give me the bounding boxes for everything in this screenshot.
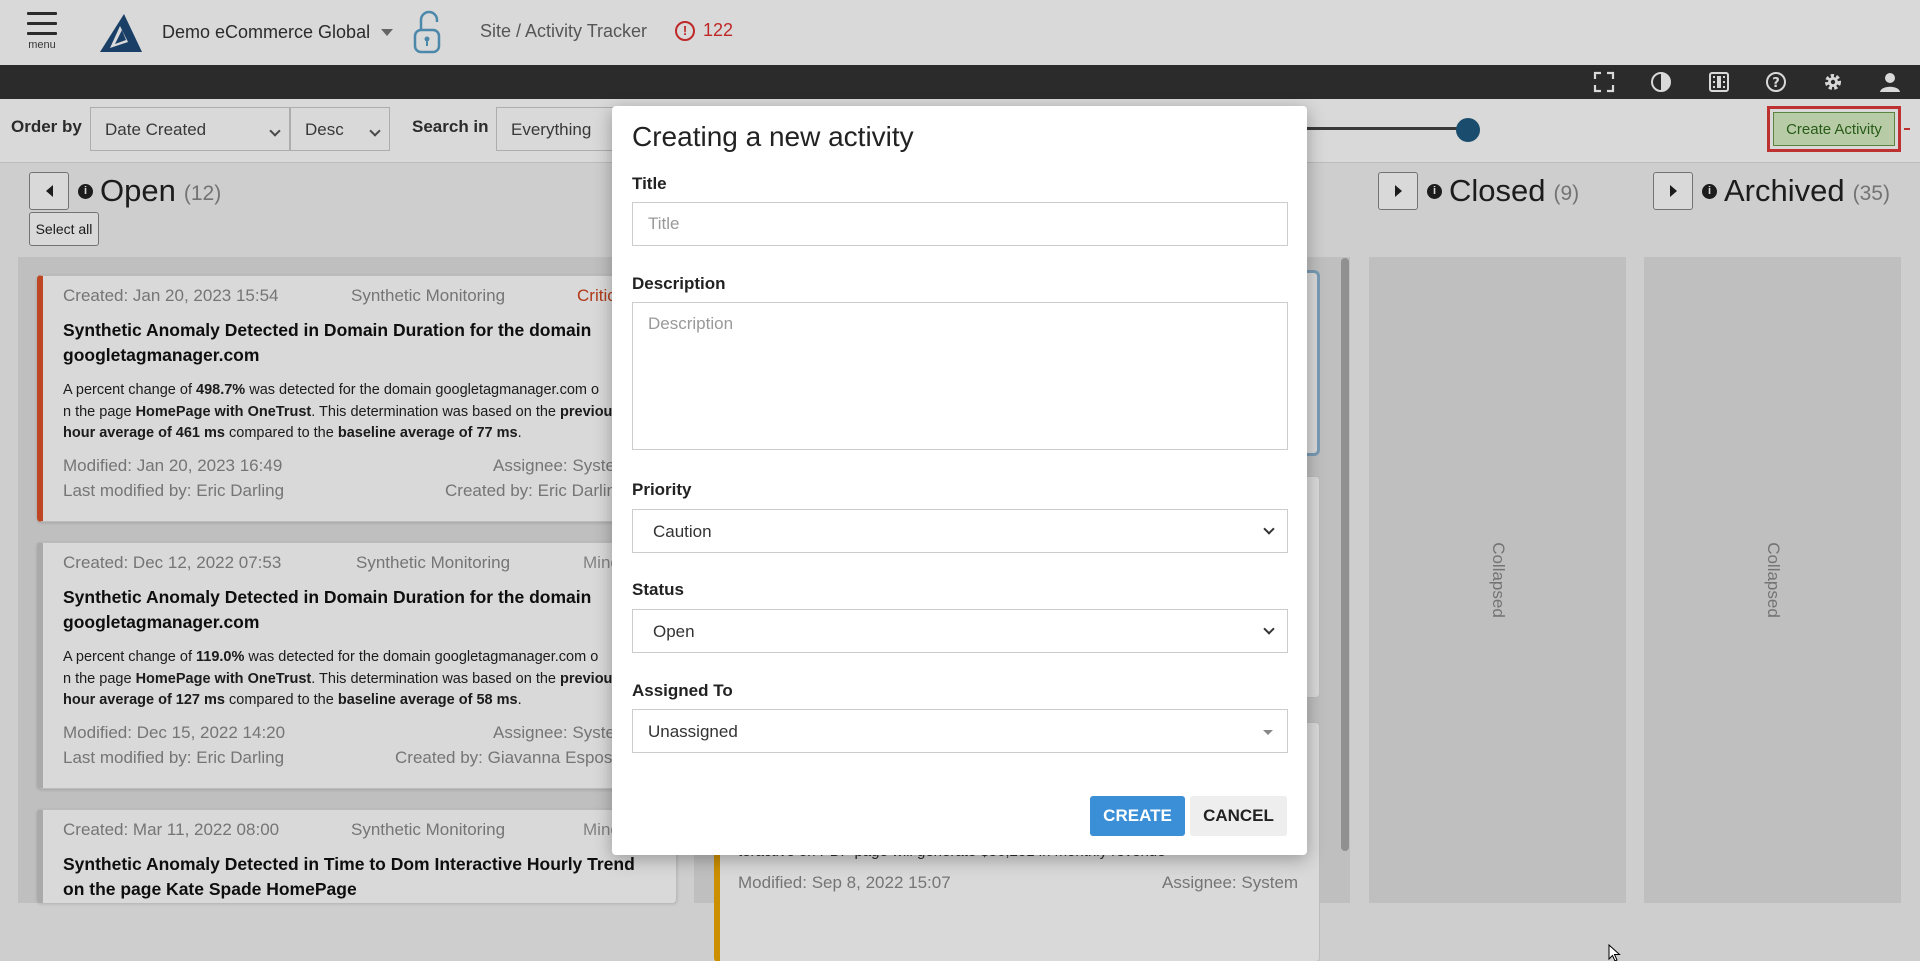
assigned-to-select[interactable]: Unassigned — [632, 709, 1288, 753]
description-label: Description — [632, 274, 726, 293]
status-select[interactable]: Open — [632, 609, 1288, 653]
chevron-down-icon — [1263, 623, 1275, 635]
assigned-to-label: Assigned To — [632, 681, 733, 700]
assigned-to-value: Unassigned — [648, 722, 738, 741]
cancel-button[interactable]: CANCEL — [1190, 796, 1287, 836]
priority-label: Priority — [632, 480, 692, 499]
dropdown-arrow-icon — [1263, 730, 1273, 735]
title-input[interactable]: Title — [632, 202, 1288, 246]
description-textarea[interactable]: Description — [632, 302, 1288, 450]
chevron-down-icon — [1263, 523, 1275, 535]
priority-select[interactable]: Caution — [632, 509, 1288, 553]
create-activity-dialog: Creating a new activity Title Title Desc… — [612, 106, 1307, 855]
status-label: Status — [632, 580, 684, 599]
title-label: Title — [632, 174, 667, 193]
mouse-cursor-icon — [1608, 943, 1622, 961]
priority-value: Caution — [653, 522, 712, 541]
create-button[interactable]: CREATE — [1090, 796, 1185, 836]
dialog-title: Creating a new activity — [632, 121, 914, 152]
status-value: Open — [653, 622, 695, 641]
